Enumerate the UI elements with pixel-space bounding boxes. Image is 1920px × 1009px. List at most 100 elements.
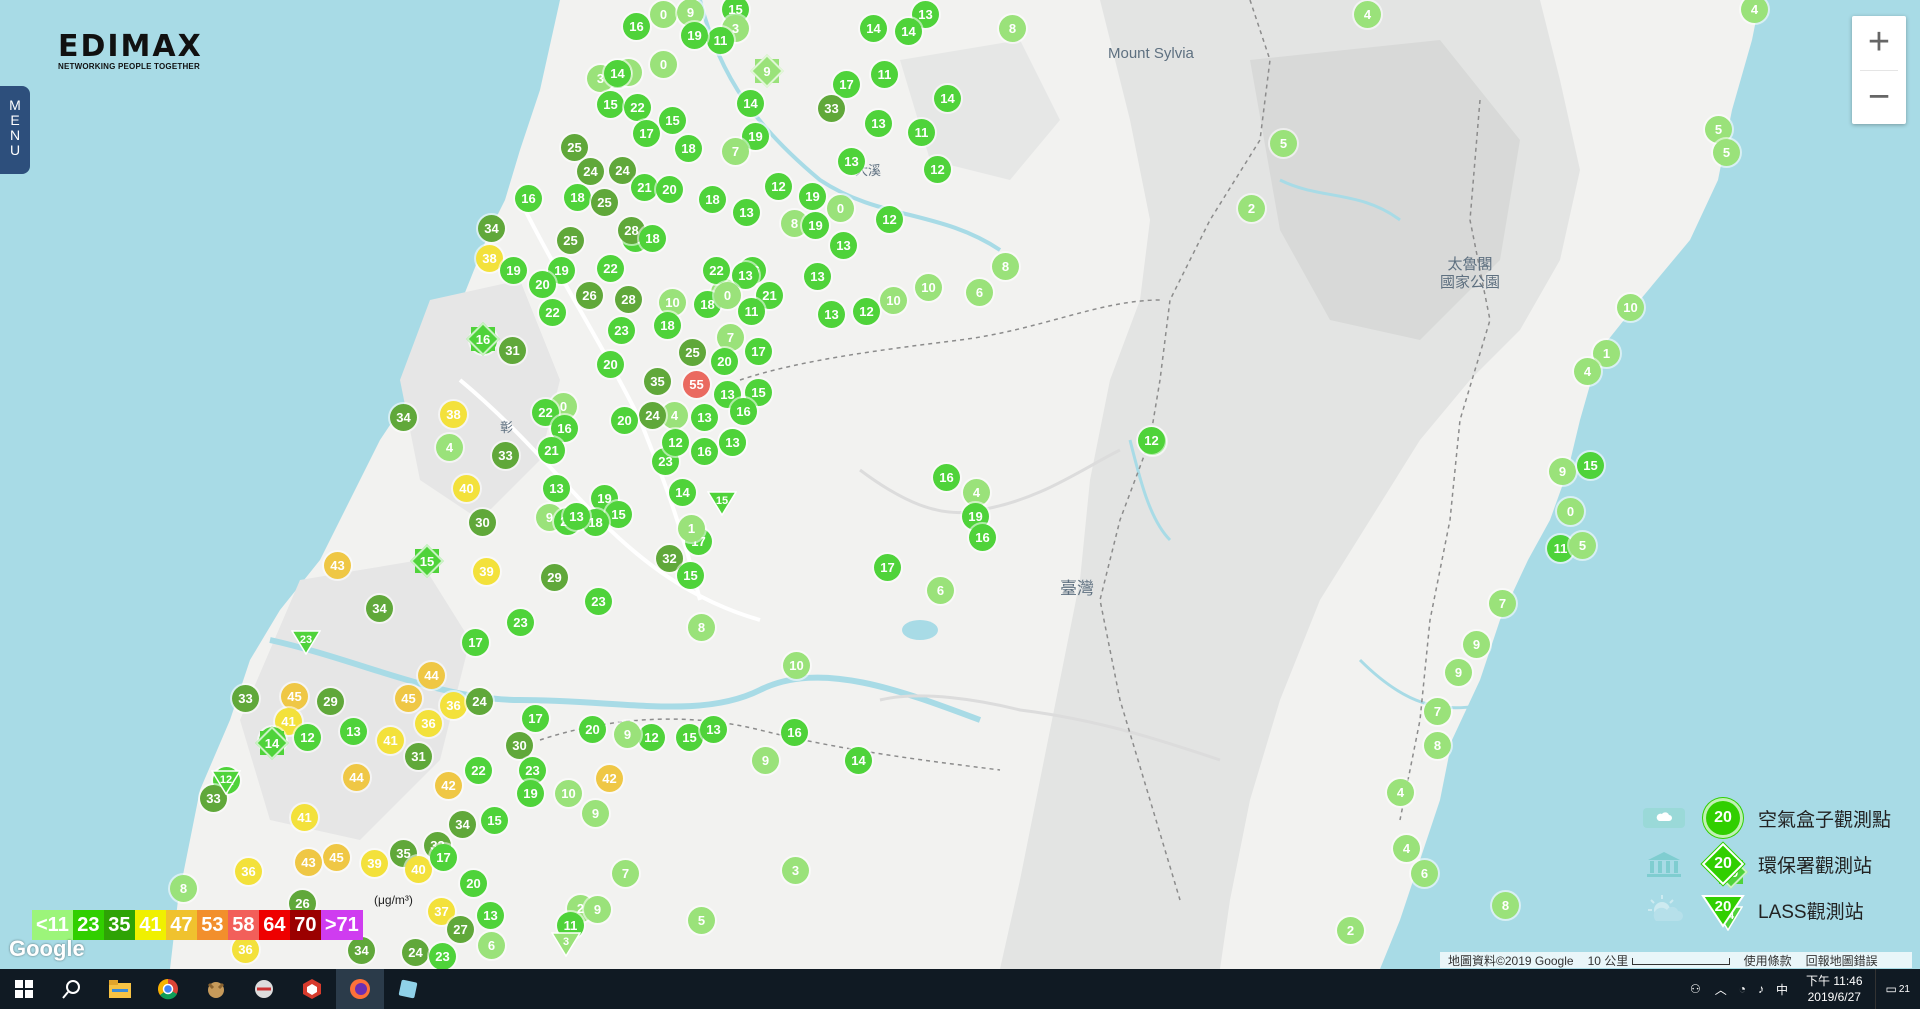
airbox-marker[interactable]: 15 — [677, 562, 704, 589]
airbox-marker[interactable]: 15 — [481, 807, 508, 834]
airbox-marker[interactable]: 33 — [232, 685, 259, 712]
airbox-marker[interactable]: 8 — [999, 15, 1026, 42]
airbox-marker[interactable]: 7 — [717, 324, 744, 351]
airbox-marker[interactable]: 13 — [838, 148, 865, 175]
airbox-marker[interactable]: 40 — [405, 856, 432, 883]
airbox-marker[interactable]: 10 — [1617, 294, 1644, 321]
airbox-marker[interactable]: 44 — [343, 764, 370, 791]
airbox-marker[interactable]: 45 — [323, 844, 350, 871]
airbox-marker[interactable]: 7 — [722, 138, 749, 165]
airbox-marker[interactable]: 16 — [933, 464, 960, 491]
airbox-marker[interactable]: 13 — [563, 503, 590, 530]
airbox-marker[interactable]: 55 — [683, 371, 710, 398]
airbox-marker[interactable]: 25 — [591, 189, 618, 216]
airbox-marker[interactable]: 9 — [582, 800, 609, 827]
airbox-marker[interactable]: 12 — [924, 156, 951, 183]
airbox-marker[interactable]: 6 — [966, 279, 993, 306]
airbox-marker[interactable]: 8 — [1424, 732, 1451, 759]
airbox-marker[interactable]: 19 — [500, 257, 527, 284]
airbox-marker[interactable]: 20 — [529, 271, 556, 298]
airbox-marker[interactable]: 20 — [460, 870, 487, 897]
chevron-up-icon[interactable]: ︿ — [1709, 981, 1733, 998]
airbox-marker[interactable]: 13 — [477, 902, 504, 929]
airbox-marker[interactable]: 10 — [555, 780, 582, 807]
airbox-marker[interactable]: 18 — [639, 225, 666, 252]
airbox-marker[interactable]: 36 — [232, 936, 259, 963]
ime-indicator[interactable]: 中 — [1770, 981, 1794, 998]
airbox-marker[interactable]: 4 — [436, 434, 463, 461]
airbox-marker[interactable]: 14 — [604, 60, 631, 87]
chrome-icon[interactable] — [144, 969, 192, 1009]
edimax-logo[interactable]: EDIMAX NETWORKING PEOPLE TOGETHER — [58, 32, 203, 72]
airbox-marker[interactable]: 34 — [449, 811, 476, 838]
airbox-marker[interactable]: 0 — [1557, 498, 1584, 525]
airbox-marker[interactable]: 12 — [853, 298, 880, 325]
airbox-marker[interactable]: 30 — [469, 509, 496, 536]
app-icon[interactable] — [288, 969, 336, 1009]
airbox-marker[interactable]: 14 — [669, 479, 696, 506]
airbox-marker[interactable]: 38 — [440, 401, 467, 428]
airbox-marker[interactable]: 13 — [700, 716, 727, 743]
airbox-marker[interactable]: 0 — [714, 282, 741, 309]
airbox-marker[interactable]: 14 — [845, 747, 872, 774]
airbox-marker[interactable]: 19 — [802, 212, 829, 239]
airbox-marker[interactable]: 15 — [605, 501, 632, 528]
windows-start-icon[interactable] — [0, 969, 48, 1009]
airbox-marker[interactable]: 26 — [576, 282, 603, 309]
airbox-marker[interactable]: 33 — [492, 442, 519, 469]
airbox-marker[interactable]: 14 — [737, 90, 764, 117]
airbox-marker[interactable]: 16 — [969, 524, 996, 551]
epa-station-marker[interactable]: 9 — [755, 59, 779, 83]
airbox-marker[interactable]: 31 — [499, 337, 526, 364]
file-explorer-icon[interactable] — [96, 969, 144, 1009]
airbox-marker[interactable]: 45 — [395, 685, 422, 712]
map-view[interactable]: Mount Sylvia 太魯閣 國家公園 臺灣 彰 大溪 16 0 9 15 3 11 1… — [0, 0, 1920, 969]
airbox-marker[interactable]: 4 — [1354, 1, 1381, 28]
airbox-marker[interactable]: 42 — [596, 765, 623, 792]
airbox-marker[interactable]: 6 — [927, 577, 954, 604]
airbox-marker[interactable]: 10 — [915, 274, 942, 301]
airbox-marker[interactable]: 11 — [738, 298, 765, 325]
airbox-marker[interactable]: 34 — [366, 595, 393, 622]
airbox-marker[interactable]: 25 — [557, 227, 584, 254]
airbox-marker[interactable]: 9 — [1463, 631, 1490, 658]
airbox-marker[interactable]: 12 — [765, 173, 792, 200]
airbox-marker[interactable]: 12 — [638, 724, 665, 751]
airbox-marker[interactable]: 13 — [804, 263, 831, 290]
airbox-marker[interactable]: 4 — [1574, 358, 1601, 385]
airbox-marker[interactable]: 13 — [830, 232, 857, 259]
airbox-marker[interactable]: 11 — [871, 61, 898, 88]
airbox-marker[interactable]: 17 — [430, 844, 457, 871]
google-logo[interactable]: Google — [9, 936, 85, 962]
airbox-marker[interactable]: 15 — [676, 724, 703, 751]
clock[interactable]: 下午 11:46 2019/6/27 — [1794, 973, 1874, 1005]
airbox-marker[interactable]: 0 — [827, 195, 854, 222]
airbox-marker[interactable]: 15 — [659, 107, 686, 134]
airbox-marker[interactable]: 9 — [1445, 659, 1472, 686]
airbox-marker[interactable]: 20 — [579, 716, 606, 743]
airbox-marker[interactable]: 31 — [405, 743, 432, 770]
airbox-marker[interactable]: 36 — [415, 710, 442, 737]
airbox-marker[interactable]: 19 — [681, 22, 708, 49]
scale-indicator[interactable]: 10 公里 — [1588, 952, 1730, 969]
airbox-marker[interactable]: 8 — [688, 614, 715, 641]
airbox-marker[interactable]: 39 — [361, 850, 388, 877]
airbox-marker[interactable]: 35 — [644, 368, 671, 395]
airbox-marker[interactable]: 41 — [291, 804, 318, 831]
airbox-marker[interactable]: 34 — [348, 937, 375, 964]
airbox-marker[interactable]: 27 — [447, 916, 474, 943]
airbox-marker[interactable]: 23 — [429, 943, 456, 969]
airbox-marker[interactable]: 17 — [833, 71, 860, 98]
airbox-marker[interactable]: 4 — [1387, 779, 1414, 806]
airbox-marker[interactable]: 12 — [1138, 427, 1165, 454]
airbox-marker[interactable]: 7 — [1489, 590, 1516, 617]
zoom-in-button[interactable]: + — [1852, 16, 1906, 70]
airbox-marker[interactable]: 9 — [614, 721, 641, 748]
airbox-marker[interactable]: 14 — [860, 15, 887, 42]
airbox-marker[interactable]: 8 — [170, 875, 197, 902]
airbox-marker[interactable]: 29 — [317, 688, 344, 715]
airbox-marker[interactable]: 24 — [577, 158, 604, 185]
airbox-marker[interactable]: 19 — [517, 780, 544, 807]
airbox-marker[interactable]: 36 — [440, 692, 467, 719]
airbox-marker[interactable]: 40 — [453, 475, 480, 502]
